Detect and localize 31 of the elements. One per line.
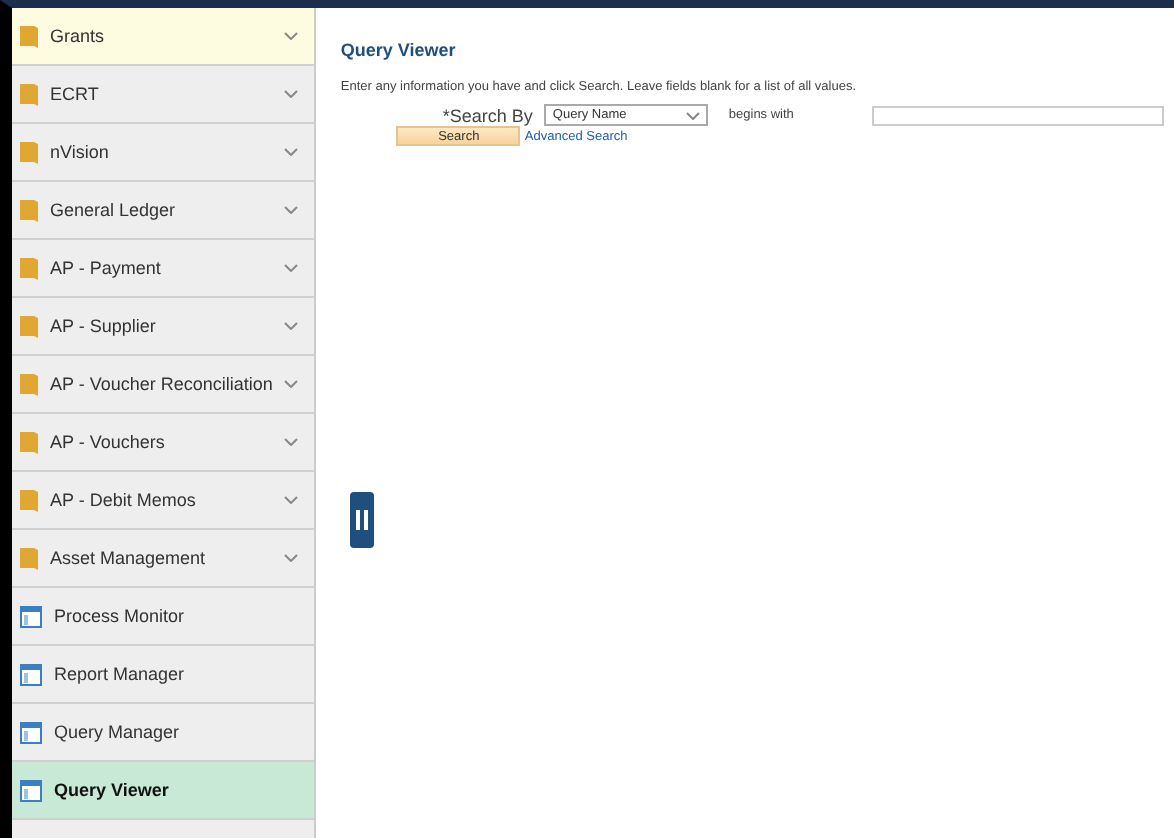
folder-icon xyxy=(20,24,38,48)
folder-icon xyxy=(20,198,38,222)
folder-icon xyxy=(20,372,38,396)
window-icon xyxy=(20,605,42,627)
chevron-down-icon xyxy=(284,148,299,156)
chevron-down-icon xyxy=(284,380,299,388)
chevron-down-icon xyxy=(284,438,299,446)
chevron-down-icon xyxy=(284,554,299,562)
chevron-down-icon xyxy=(284,496,299,504)
folder-icon xyxy=(20,546,38,570)
window-icon xyxy=(20,663,42,685)
chevron-down-icon xyxy=(686,111,701,119)
chevron-down-icon xyxy=(284,90,299,98)
search-field[interactable] xyxy=(872,105,1165,125)
chevron-down-icon xyxy=(284,32,299,40)
folder-icon xyxy=(20,488,38,512)
search-by-label: *Search By xyxy=(440,105,533,125)
folder-icon xyxy=(20,314,38,338)
chevron-down-icon xyxy=(284,264,299,272)
folder-icon xyxy=(20,256,38,280)
folder-icon xyxy=(20,82,38,106)
sidebar-item[interactable]: Grants xyxy=(12,8,315,66)
chevron-down-icon xyxy=(284,322,299,330)
folder-icon xyxy=(20,430,38,454)
page-title: Query Viewer xyxy=(340,40,458,60)
window-icon xyxy=(20,721,42,743)
sidebar-item[interactable]: Query Viewer xyxy=(12,762,315,820)
chevron-down-icon xyxy=(284,206,299,214)
folder-icon xyxy=(20,140,38,164)
collapse-handle[interactable] xyxy=(350,492,374,548)
window-icon xyxy=(20,779,42,801)
